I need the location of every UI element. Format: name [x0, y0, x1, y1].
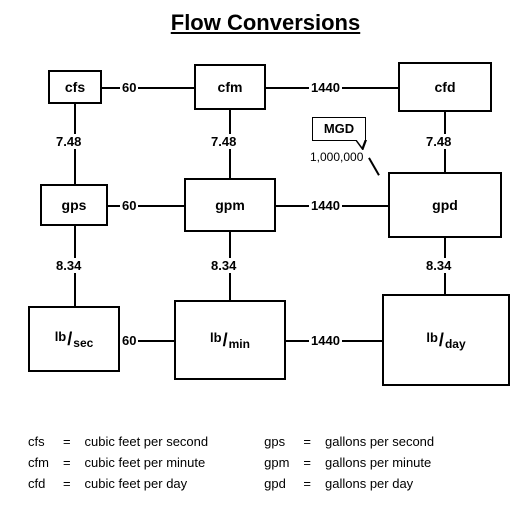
legend-row: gpd=gallons per day: [258, 474, 440, 493]
node-cfd: cfd: [398, 62, 492, 112]
node-lbday: lb/day: [382, 294, 510, 386]
node-gps: gps: [40, 184, 108, 226]
factor-60-r2: 60: [120, 198, 138, 213]
factor-60-r3: 60: [120, 333, 138, 348]
legend-row: cfd=cubic feet per day: [22, 474, 214, 493]
node-lbsec: lb/sec: [28, 306, 120, 372]
factor-834-c2: 8.34: [209, 258, 238, 273]
factor-60-r1: 60: [120, 80, 138, 95]
mgd-connector: [368, 158, 379, 176]
legend-row: cfm=cubic feet per minute: [22, 453, 214, 472]
factor-1440-r2: 1440: [309, 198, 342, 213]
page-title: Flow Conversions: [0, 10, 531, 36]
factor-1440-r3: 1440: [309, 333, 342, 348]
factor-834-c1: 8.34: [54, 258, 83, 273]
mgd-callout: MGD: [312, 117, 366, 141]
lbmin-label: lb/min: [210, 331, 250, 350]
mgd-label: MGD: [313, 121, 365, 136]
legend-row: gpm=gallons per minute: [258, 453, 440, 472]
lbsec-label: lb/sec: [55, 330, 94, 349]
factor-748-c2: 7.48: [209, 134, 238, 149]
node-cfs: cfs: [48, 70, 102, 104]
factor-748-c1: 7.48: [54, 134, 83, 149]
lbday-label: lb/day: [426, 331, 465, 350]
flow-conversions-diagram: Flow Conversions cfs cfm cfd gps gpm gpd…: [0, 0, 531, 508]
legend-right: gps=gallons per second gpm=gallons per m…: [256, 430, 442, 495]
node-cfm: cfm: [194, 64, 266, 110]
factor-834-c3: 8.34: [424, 258, 453, 273]
mgd-value: 1,000,000: [308, 150, 365, 164]
legend-row: cfs=cubic feet per second: [22, 432, 214, 451]
legend: cfs=cubic feet per second cfm=cubic feet…: [20, 430, 442, 495]
node-lbmin: lb/min: [174, 300, 286, 380]
factor-748-c3: 7.48: [424, 134, 453, 149]
node-gpm: gpm: [184, 178, 276, 232]
factor-1440-r1: 1440: [309, 80, 342, 95]
legend-left: cfs=cubic feet per second cfm=cubic feet…: [20, 430, 216, 495]
legend-row: gps=gallons per second: [258, 432, 440, 451]
node-gpd: gpd: [388, 172, 502, 238]
